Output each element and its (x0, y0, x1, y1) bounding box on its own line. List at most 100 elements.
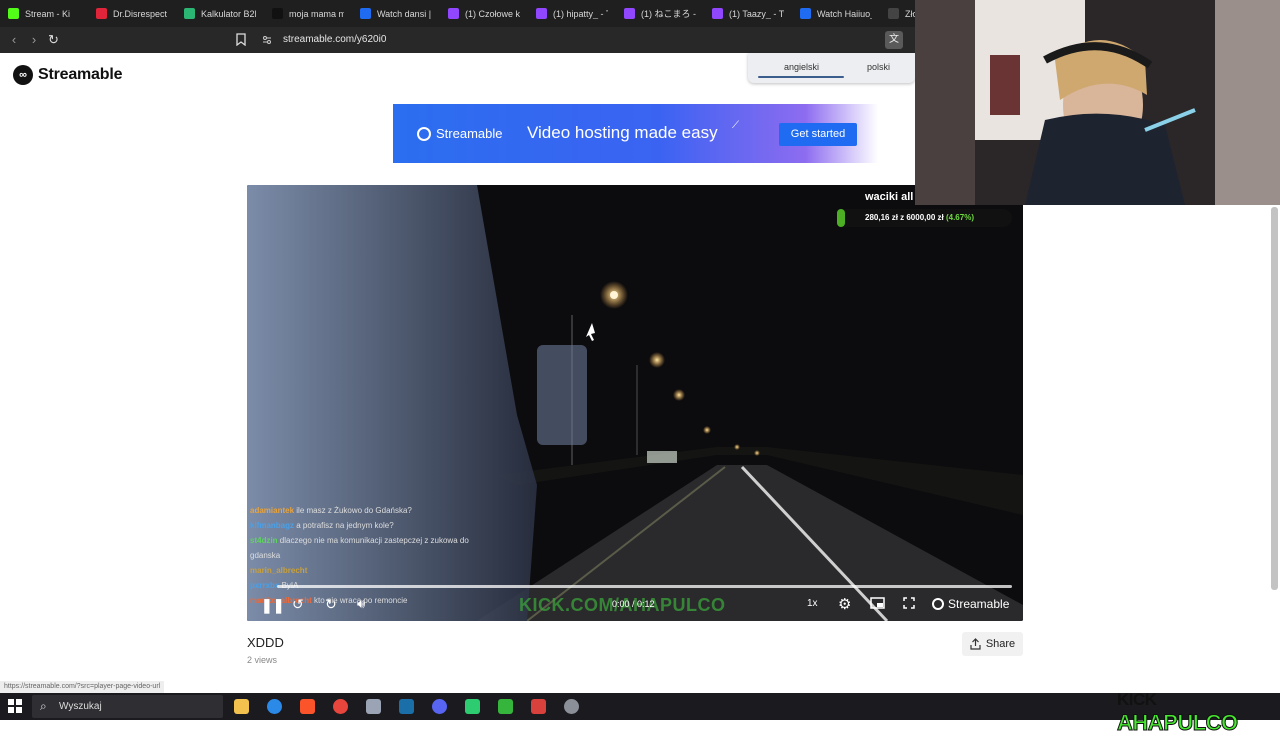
tab-label: (1) hipatty_ - Tw (553, 8, 608, 19)
brave-icon[interactable] (300, 699, 315, 714)
share-label: Share (985, 638, 1016, 650)
scrollbar-thumb[interactable] (1271, 207, 1278, 590)
browser-tab[interactable]: (1) hipatty_ - Tw (528, 0, 616, 27)
site-info-icon[interactable] (262, 35, 272, 45)
donation-goal-title: waciki all (865, 191, 914, 203)
banner-brand: Streamable (436, 126, 503, 141)
tab-favicon-icon (712, 8, 723, 19)
tab-label: Złoł (905, 8, 915, 19)
chat-message: kifmanbagz a potrafisz na jednym kole? (250, 518, 500, 533)
webcam-overlay (915, 0, 1280, 205)
video-player[interactable]: waciki all 280,16 zł z 6000,00 zł (4.67%… (247, 185, 1023, 621)
translate-option-polish[interactable]: polski (867, 62, 890, 72)
taskbar-search[interactable]: ⌕ Wyszukaj (32, 695, 223, 718)
kick-channel-logo: KICK AHAPULCO (1117, 690, 1280, 736)
chat-username: pxrrxbx (250, 581, 280, 590)
donation-goal-fill (837, 209, 846, 227)
video-controls: ❚❚ ↺ ↻ 🔊︎ 0:00 / 0:12 1x ⚙ Streamable (247, 593, 1023, 621)
browser-tab-bar: Stream - Ki Dr.Disrespect - Kalkulator B2B… (0, 0, 915, 27)
translate-selected-indicator (758, 76, 844, 78)
translate-popup: angielski polski (748, 53, 915, 83)
tab-favicon-icon (360, 8, 371, 19)
video-progress-bar[interactable] (277, 585, 1012, 588)
share-icon (970, 638, 981, 650)
chat-username: kifmanbagz (250, 521, 295, 530)
tab-label: Stream - Ki (25, 8, 71, 19)
chat-text: dlaczego nie ma komunikacji zastepczej z… (250, 536, 469, 560)
video-title: XDDD (247, 635, 284, 650)
tab-favicon-icon (8, 8, 19, 19)
get-started-button[interactable]: Get started (779, 123, 857, 146)
chat-message: marin_albrecht (250, 563, 500, 578)
view-count: 2 views (247, 655, 278, 665)
media-icon[interactable] (465, 699, 480, 714)
chat-message: st4dzin dlaczego nie ma komunikacji zast… (250, 533, 500, 563)
chat-message: adamiantek ile masz z Żukowo do Gdańska? (250, 503, 500, 518)
game-icon[interactable] (498, 699, 513, 714)
chat-username: marin_albrecht (250, 566, 308, 575)
streamable-logo-text: Streamable (38, 66, 123, 83)
browser-tab[interactable]: Złoł (880, 0, 915, 27)
kick-text: KICK (1117, 690, 1157, 709)
edge-icon[interactable] (267, 699, 282, 714)
banner-logo-icon (417, 126, 431, 141)
tab-label: (1) Czołowe ka (465, 8, 520, 19)
chat-text: a potrafisz na jednym kole? (296, 521, 394, 530)
windows-start-icon[interactable] (8, 699, 22, 713)
files-icon[interactable] (366, 699, 381, 714)
forward-icon[interactable]: › (24, 32, 44, 47)
streamable-logo[interactable]: ∞ Streamable (13, 65, 122, 85)
tab-label: Dr.Disrespect - (113, 8, 168, 19)
share-button[interactable]: Share (962, 632, 1023, 656)
channel-name: AHAPULCO (1117, 710, 1239, 736)
reload-icon[interactable]: ↻ (48, 32, 59, 48)
pause-icon[interactable]: ❚❚ (261, 597, 284, 614)
streamable-player-logo-text: Streamable (948, 597, 1010, 611)
gear-icon[interactable]: ⚙ (838, 595, 851, 613)
browser-tab[interactable]: Watch dansi | S (352, 0, 440, 27)
streamable-logo-icon: ∞ (13, 65, 33, 85)
browser-tab[interactable]: Kalkulator B2B (176, 0, 264, 27)
streamable-player-logo[interactable]: Streamable (932, 597, 1009, 611)
tab-favicon-icon (888, 8, 899, 19)
app-icon[interactable] (564, 699, 579, 714)
browser-tab[interactable]: (1) Taazy_ - Tw (704, 0, 792, 27)
forward-icon[interactable]: ↻ (325, 596, 337, 613)
steam-icon[interactable] (399, 699, 414, 714)
discord-icon[interactable] (432, 699, 447, 714)
chat-username: adamiantek (250, 506, 295, 515)
folder-icon[interactable] (234, 699, 249, 714)
tab-label: Watch Haiiuo_ (817, 8, 872, 19)
back-icon[interactable]: ‹ (4, 32, 24, 47)
browser-tab[interactable]: moja mama mi (264, 0, 352, 27)
chrome-icon[interactable] (333, 699, 348, 714)
address-bar: ‹ › ↻ streamable.com/y620i0 (0, 27, 915, 53)
search-icon: ⌕ (40, 699, 47, 713)
bookmark-icon[interactable] (235, 33, 247, 46)
obs-icon[interactable] (531, 699, 546, 714)
fullscreen-icon[interactable] (903, 597, 915, 612)
translate-icon[interactable]: 文 (885, 31, 903, 49)
chat-text: ile masz z Żukowo do Gdańska? (296, 506, 412, 515)
tab-favicon-icon (448, 8, 459, 19)
browser-tab[interactable]: Stream - Ki (0, 0, 88, 27)
playback-speed-button[interactable]: 1x (807, 598, 818, 609)
tab-label: Kalkulator B2B (201, 8, 256, 19)
tab-favicon-icon (272, 8, 283, 19)
picture-in-picture-icon[interactable] (870, 597, 885, 612)
browser-tab[interactable]: Watch Haiiuo_ (792, 0, 880, 27)
volume-icon[interactable]: 🔊︎ (357, 596, 365, 612)
browser-tab[interactable]: Dr.Disrespect - (88, 0, 176, 27)
donation-goal-amount: 280,16 zł z 6000,00 zł (865, 213, 944, 222)
tab-favicon-icon (96, 8, 107, 19)
translate-option-english[interactable]: angielski (784, 62, 819, 72)
donation-goal-percent: (4.67%) (945, 213, 974, 222)
taskbar-search-label: Wyszukaj (59, 701, 102, 712)
ad-banner[interactable]: Streamable Video hosting made easy ⟋ Get… (393, 104, 878, 163)
tab-label: moja mama mi (289, 8, 344, 19)
url-text[interactable]: streamable.com/y620i0 (283, 34, 386, 45)
sparkle-icon: ⟋ (732, 120, 739, 131)
browser-tab[interactable]: (1) Czołowe ka (440, 0, 528, 27)
rewind-icon[interactable]: ↺ (292, 596, 304, 613)
browser-tab[interactable]: (1) ねこまろ - Tw (616, 0, 704, 27)
